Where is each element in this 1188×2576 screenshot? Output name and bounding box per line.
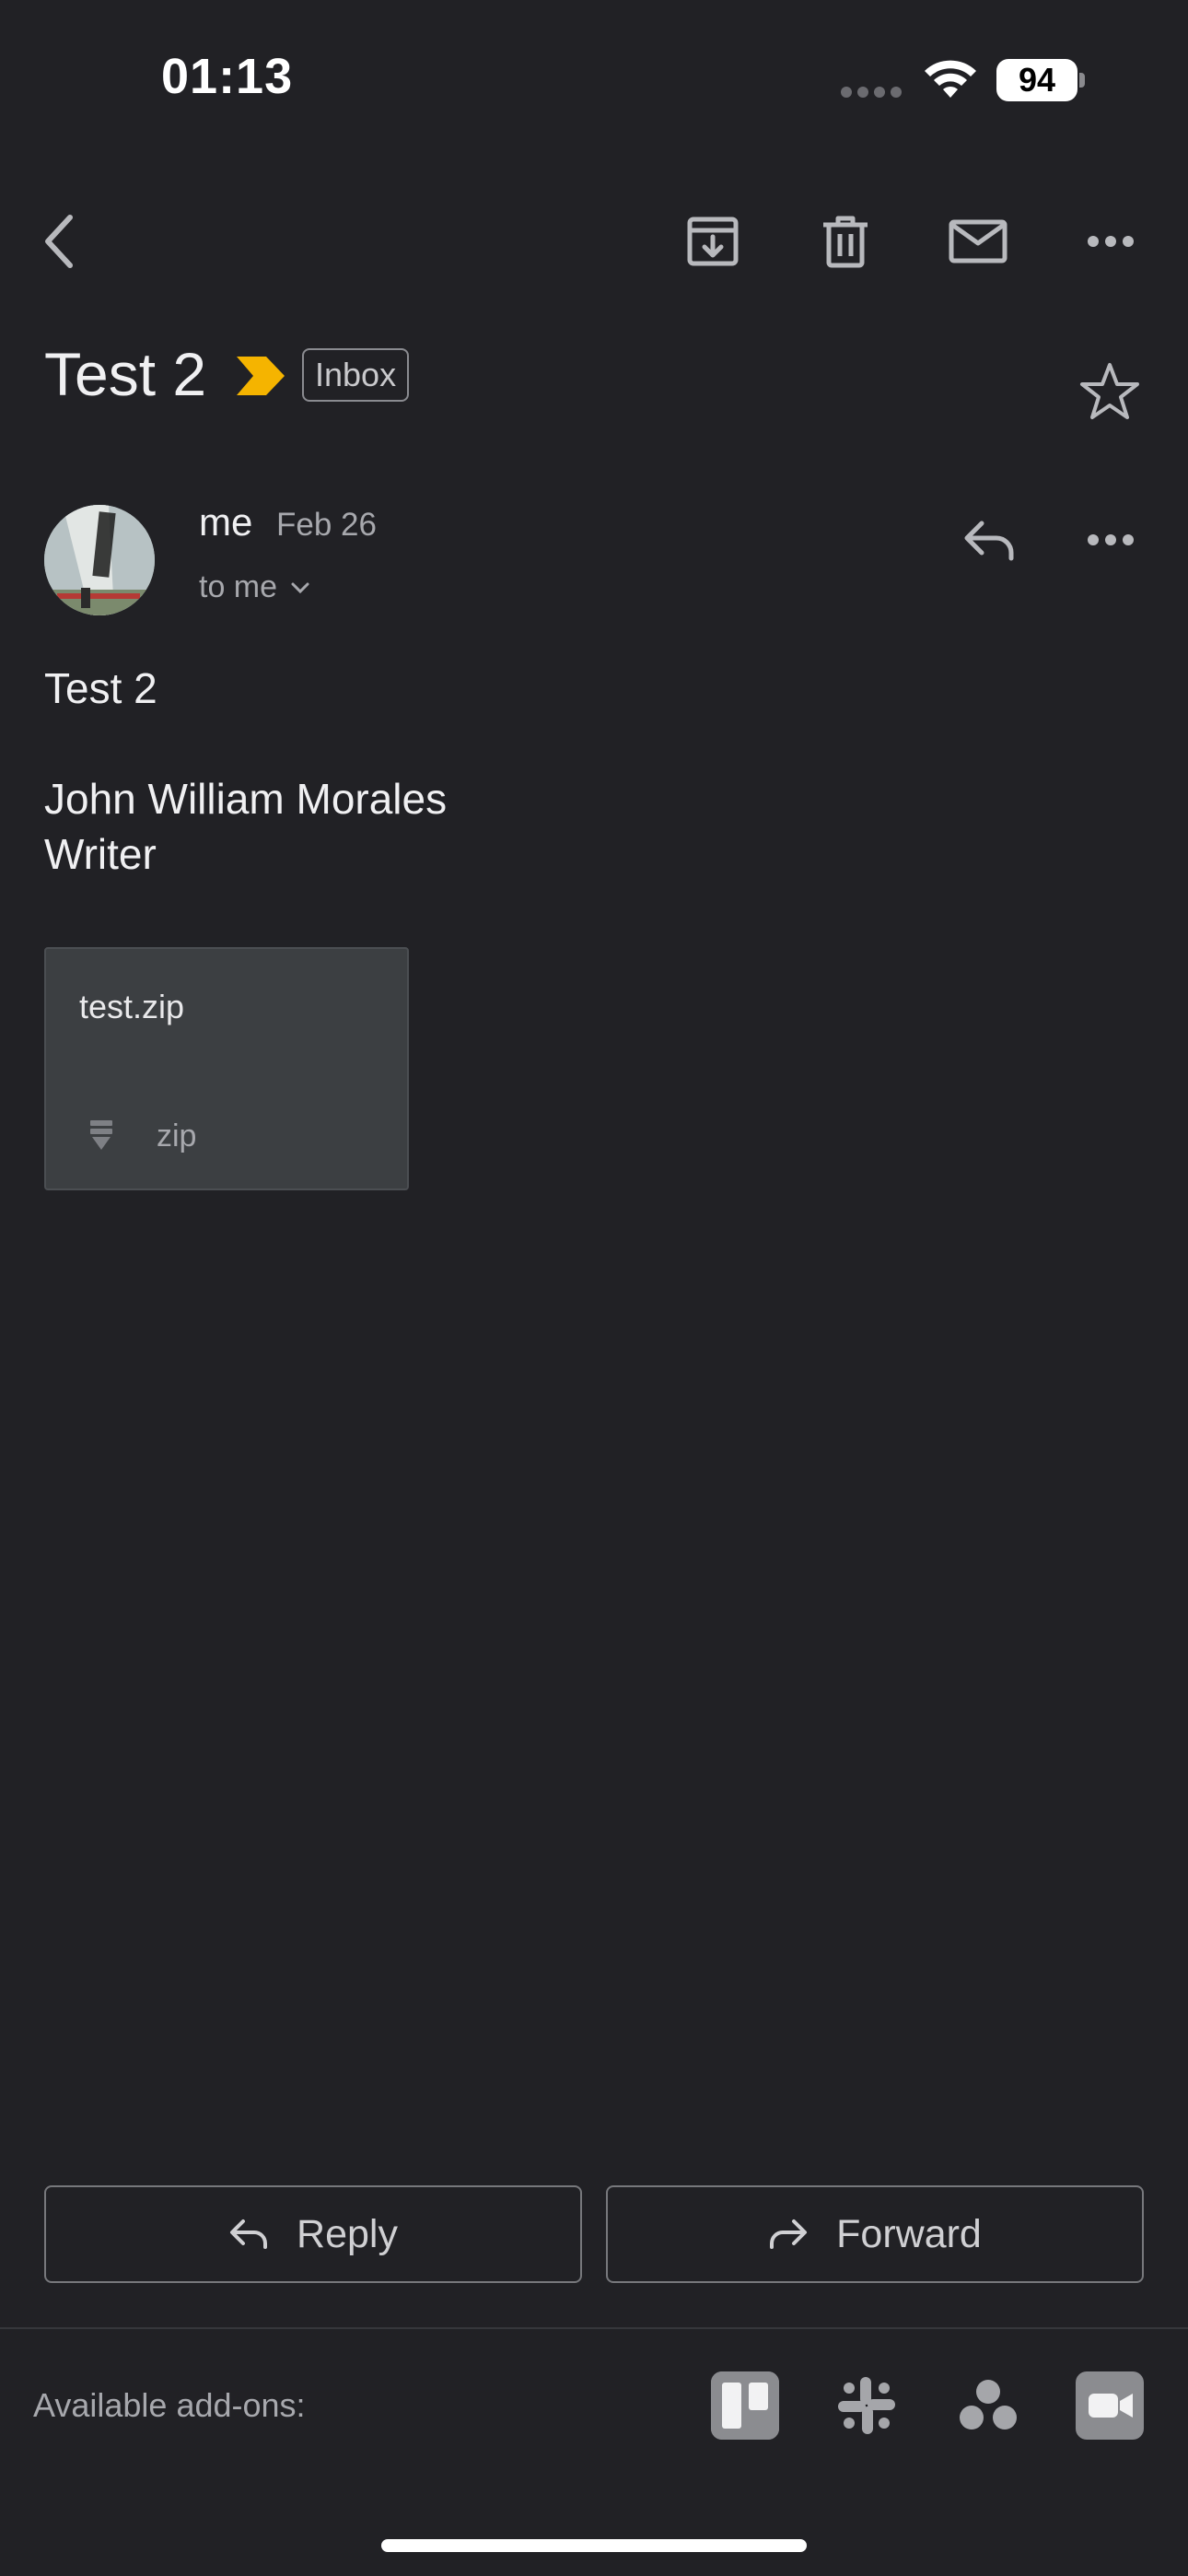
reply-icon-button[interactable]	[952, 503, 1026, 577]
archive-button[interactable]	[676, 205, 750, 278]
more-horizontal-icon	[1088, 534, 1134, 545]
email-date: Feb 26	[276, 507, 377, 543]
mail-icon	[949, 219, 1007, 263]
reply-icon	[964, 521, 1014, 561]
battery-level: 94	[996, 59, 1077, 101]
reply-label: Reply	[297, 2211, 398, 2256]
star-button[interactable]	[1076, 357, 1144, 426]
asana-icon[interactable]	[954, 2371, 1022, 2440]
chevron-left-icon	[45, 215, 73, 268]
chevron-down-icon	[291, 582, 309, 593]
delete-button[interactable]	[809, 205, 882, 278]
importance-marker-icon[interactable]	[235, 355, 286, 397]
trash-icon	[823, 216, 868, 268]
attachment-type: zip	[157, 1118, 197, 1153]
inbox-label-badge[interactable]: Inbox	[302, 348, 410, 402]
recipients-label: to me	[199, 569, 278, 604]
slack-icon[interactable]	[833, 2371, 901, 2440]
zip-file-icon	[88, 1120, 114, 1152]
email-subject: Test 2	[44, 340, 207, 408]
more-options-button[interactable]	[1074, 205, 1147, 278]
message-more-button[interactable]	[1074, 503, 1147, 577]
zoom-icon[interactable]	[1076, 2371, 1144, 2440]
divider	[0, 2327, 1188, 2329]
addons-label: Available add-ons:	[33, 2386, 306, 2424]
signature-name: John William Morales	[44, 775, 448, 823]
attachment-name: test.zip	[79, 988, 185, 1025]
cellular-signal-icon	[841, 87, 905, 100]
reply-icon	[230, 2219, 268, 2249]
sender-name[interactable]: me	[199, 500, 252, 544]
attachment-card[interactable]: test.zip zip	[44, 947, 409, 1190]
forward-icon	[770, 2219, 808, 2249]
back-button[interactable]	[24, 205, 98, 278]
mark-unread-button[interactable]	[941, 205, 1015, 278]
battery-indicator: 94	[996, 59, 1085, 101]
email-body-text: Test 2	[44, 664, 157, 712]
signature-title: Writer	[44, 830, 157, 878]
reply-button[interactable]: Reply	[44, 2185, 582, 2283]
recipients-toggle[interactable]: to me	[199, 569, 310, 605]
wifi-icon	[921, 57, 980, 101]
avatar[interactable]	[44, 505, 155, 615]
archive-icon	[687, 217, 739, 266]
forward-button[interactable]: Forward	[606, 2185, 1144, 2283]
more-horizontal-icon	[1088, 236, 1134, 247]
status-time: 01:13	[161, 49, 294, 104]
home-indicator[interactable]	[381, 2539, 807, 2552]
trello-icon[interactable]	[711, 2371, 779, 2440]
forward-label: Forward	[836, 2211, 982, 2256]
star-icon	[1080, 363, 1139, 419]
